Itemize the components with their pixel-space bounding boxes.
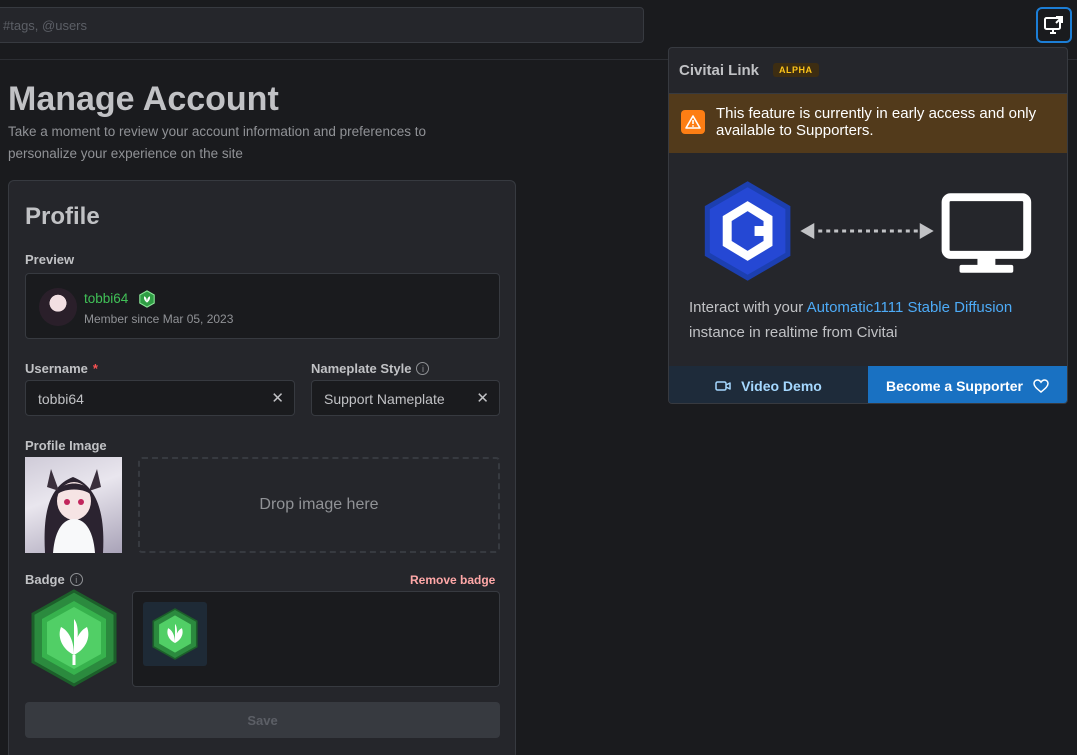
profile-card-title: Profile [25,203,100,230]
badge-option[interactable] [143,602,207,666]
page-title: Manage Account [8,80,279,118]
save-button[interactable]: Save [25,702,500,738]
automatic1111-link[interactable]: Automatic1111 Stable Diffusion [807,299,1013,316]
popover-title: Civitai Link [679,62,760,79]
video-demo-button[interactable]: Video Demo [669,366,868,403]
clear-icon[interactable]: ✕ [271,389,284,407]
search-input[interactable]: #tags, @users [0,7,644,43]
screen-share-icon [1044,16,1063,34]
nameplate-style-value: Support Nameplate [324,391,445,407]
profile-image-label: Profile Image [25,438,107,453]
image-dropzone[interactable]: Drop image here [138,457,500,553]
popover-description: Interact with your Automatic1111 Stable … [689,299,1013,341]
leaf-badge-icon [139,290,155,308]
nameplate-style-select[interactable]: Support Nameplate ✕ [311,380,500,416]
early-access-alert: This feature is currently in early acces… [669,94,1067,153]
username-value: tobbi64 [38,391,84,407]
profile-image-art [44,469,104,553]
avatar [39,288,77,326]
profile-preview: tobbi64 Member since Mar 05, 2023 [25,273,500,339]
preview-username[interactable]: tobbi64 [84,291,128,306]
badge-label: Badge i [25,572,83,587]
link-illustration [704,181,1032,281]
leaf-badge-icon [31,589,117,687]
nameplate-style-label: Nameplate Style i [311,361,430,376]
username-label: Username * [25,361,98,376]
video-icon [715,380,731,391]
leaf-badge-icon [152,608,198,660]
popover-header: Civitai Link ALPHA [669,48,1067,94]
page-description: Take a moment to review your account inf… [8,124,426,161]
clear-icon[interactable]: ✕ [476,389,489,407]
info-icon[interactable]: i [69,573,83,586]
popover-actions: Video Demo Become a Supporter [669,366,1067,403]
alpha-badge: ALPHA [773,63,819,77]
profile-card: Profile Preview tobbi64 Member since Mar… [8,180,516,755]
become-supporter-button[interactable]: Become a Supporter [868,366,1067,403]
required-mark: * [92,361,98,376]
username-input[interactable]: tobbi64 ✕ [25,380,295,416]
warning-text: This feature is currently in early acces… [716,105,1037,139]
civitai-link-button[interactable] [1036,7,1072,43]
member-since: Member since Mar 05, 2023 [84,312,234,326]
civitai-logo-icon [704,181,791,281]
monitor-icon [941,193,1032,273]
warning-icon [681,110,705,134]
info-icon[interactable]: i [416,362,430,375]
civitai-link-popover: Civitai Link ALPHA This feature is curre… [668,47,1068,404]
preview-label: Preview [25,252,75,267]
profile-image [25,457,122,553]
heart-icon [1033,378,1049,393]
remove-badge-button[interactable]: Remove badge [410,573,495,587]
badge-picker [132,591,500,687]
